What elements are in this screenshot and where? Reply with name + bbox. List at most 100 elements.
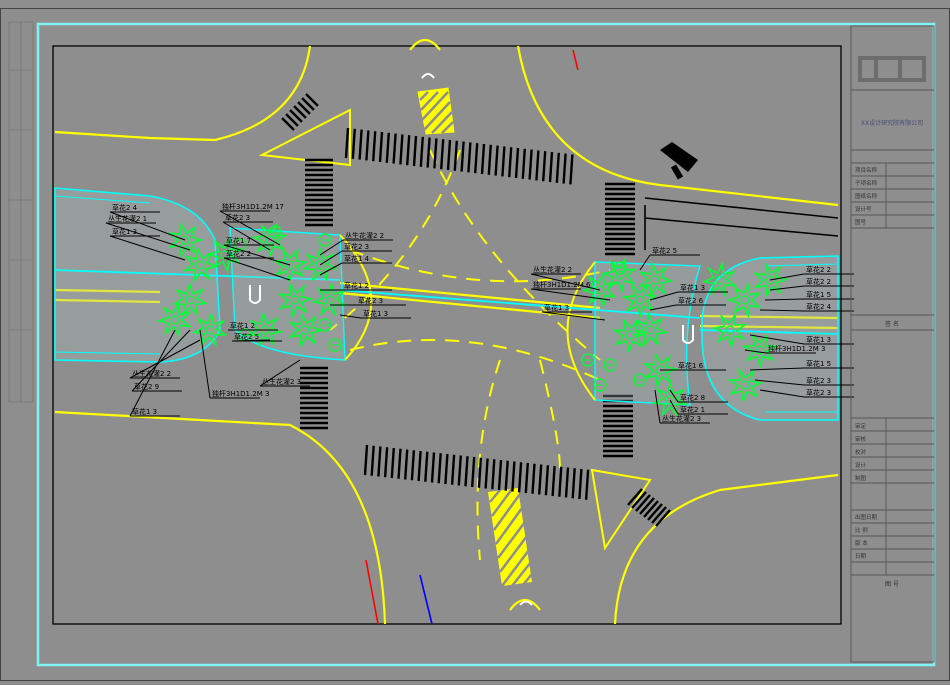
- crosswalk-stripe: [453, 140, 458, 171]
- crosswalk-stripe: [471, 456, 476, 488]
- title-block-bottom-label: 比 例: [855, 526, 868, 534]
- plant-label: 丛生花灌2 2: [132, 369, 171, 378]
- crosswalk-stripe: [548, 151, 554, 183]
- crosswalk-stripe: [517, 462, 523, 493]
- title-block-bottom-label: 版 本: [855, 539, 868, 547]
- plant-label: 草花2 3: [806, 388, 831, 397]
- crosswalk-stripe: [514, 147, 520, 179]
- camera-icon: [660, 142, 698, 180]
- crosswalk-stripe: [578, 468, 583, 500]
- crosswalk-stripe: [430, 452, 436, 483]
- crosswalk-stripe: [564, 467, 570, 498]
- crosswalk-stripe: [378, 131, 384, 163]
- plant-label: 草花2 2: [226, 249, 251, 258]
- crosswalk-stripe: [358, 129, 363, 160]
- title-block-field-label: 项目名称: [855, 166, 878, 174]
- plant-label: 草花2 3: [806, 376, 831, 385]
- crosswalk-stripe: [444, 453, 449, 485]
- hatched-island-top: [417, 87, 455, 135]
- title-block-field-label: 子项名称: [855, 179, 878, 187]
- crosswalk-stripe: [491, 459, 496, 490]
- plant-label: 草花2 6: [678, 296, 704, 305]
- sign-row-label: 审定: [855, 422, 867, 430]
- crosswalk-stripe: [643, 500, 659, 518]
- title-block-field-label: 设计号: [855, 205, 872, 213]
- sign-row-label: 审核: [855, 435, 867, 443]
- hatched-island-bottom: [488, 488, 533, 587]
- crosswalk-stripe: [487, 144, 492, 175]
- crosswalk-stripe: [555, 152, 560, 183]
- sign-row-label: 设计: [855, 461, 867, 469]
- crosswalk-stripe: [544, 465, 550, 496]
- crosswalk-stripe: [494, 145, 499, 176]
- crosswalk-stripe: [651, 506, 667, 524]
- cad-viewport[interactable]: 草花2 4 丛生花灌2 1 草花1 3 独杆3H1D1.2M 17 草花2 3 草花1 7…: [0, 0, 950, 681]
- crosswalk-stripe: [535, 150, 540, 181]
- crosswalk-stripe: [571, 468, 576, 499]
- intersection-planting-plan: 草花2 4 丛生花灌2 1 草花1 3 独杆3H1D1.2M 17 草花2 3 草花1 7…: [0, 8, 950, 681]
- title-block-drawing-number: 图 号: [885, 581, 899, 588]
- plant-label: 独杆3H1D1.2M 3: [768, 344, 825, 353]
- crosswalk-stripe: [531, 463, 536, 494]
- crosswalk-stripe: [440, 139, 445, 170]
- crosswalk-stripe: [385, 132, 390, 163]
- plant-label: 草花1 3: [132, 407, 157, 416]
- plant-label: 草花2 4: [112, 203, 138, 212]
- plant-label: 独杆3H1D1.2M 3: [212, 389, 269, 398]
- plant-label: 草花1 2: [230, 321, 255, 330]
- plant-label: 独杆3H1D1.2M 17: [222, 202, 284, 211]
- plant-label: 草花2 3: [344, 242, 369, 251]
- title-block-sign-header: 签 名: [885, 320, 899, 328]
- company-name: XX设计研究院有限公司: [861, 119, 923, 127]
- crosswalk-stripe: [501, 146, 506, 177]
- island-right: [339, 261, 701, 406]
- crosswalk-stripe: [562, 153, 567, 184]
- crosswalk-stripe: [631, 491, 647, 509]
- plant-label: 草花2 2: [806, 265, 831, 274]
- crosswalk-stripe: [426, 137, 431, 168]
- crosswalk-stripe: [521, 148, 526, 179]
- crosswalk-stripe: [399, 134, 404, 165]
- crosswalk-stripe: [508, 147, 513, 178]
- plant-label: 草花2 1: [680, 405, 705, 414]
- plant-label: 草花1 3: [363, 309, 388, 318]
- crosswalk-stripe: [569, 154, 574, 185]
- plant-label: 丛生花灌2 2: [345, 231, 384, 240]
- crosswalk-stripe: [424, 451, 429, 482]
- plant-label: 草花2 2: [806, 277, 831, 286]
- crosswalk-stripe: [406, 135, 411, 166]
- crosswalk-stripe: [370, 445, 375, 476]
- crosswalk-stripe: [484, 458, 489, 489]
- crosswalk-stripe: [551, 465, 556, 497]
- title-block-bottom-label: 日期: [855, 553, 867, 560]
- crosswalk-stripe: [647, 503, 663, 521]
- title-block-bottom-label: 出图日期: [855, 513, 878, 521]
- crosswalk-stripe: [377, 446, 382, 477]
- crosswalk-stripe: [351, 128, 356, 159]
- crosswalk-stripe: [639, 497, 655, 515]
- crosswalk-stripe: [433, 138, 438, 169]
- crosswalk-stripe: [450, 454, 456, 485]
- plant-label: 草花2 3: [358, 296, 383, 305]
- title-block-field-label: 图号: [855, 218, 867, 226]
- crosswalk-stripe: [417, 450, 422, 482]
- title-block-field-label: 图纸名称: [855, 192, 878, 200]
- lane-ticks: [365, 49, 579, 625]
- crosswalk-stripe: [344, 127, 350, 159]
- plant-label: 草花2 3: [225, 213, 250, 222]
- crosswalk-stripe: [412, 135, 418, 167]
- crosswalk-stripe: [419, 136, 424, 167]
- crosswalk-stripe: [410, 450, 416, 481]
- right-lanes: [644, 197, 839, 250]
- crosswalk-stripe: [390, 447, 395, 479]
- plant-label: 草花1 3: [112, 227, 137, 236]
- plant-label: 草花1 4: [344, 254, 370, 263]
- sign-row-label: 校对: [855, 448, 867, 456]
- plant-label: 丛生花灌2 1: [108, 214, 147, 223]
- plant-label: 草花2 8: [680, 393, 705, 402]
- crosswalk-stripe: [437, 453, 442, 484]
- crosswalk-stripe: [383, 447, 389, 478]
- plant-label: 丛生花灌2 3: [262, 377, 301, 386]
- crosswalk-stripe: [655, 509, 671, 527]
- plant-label: 草花1 7: [226, 236, 251, 245]
